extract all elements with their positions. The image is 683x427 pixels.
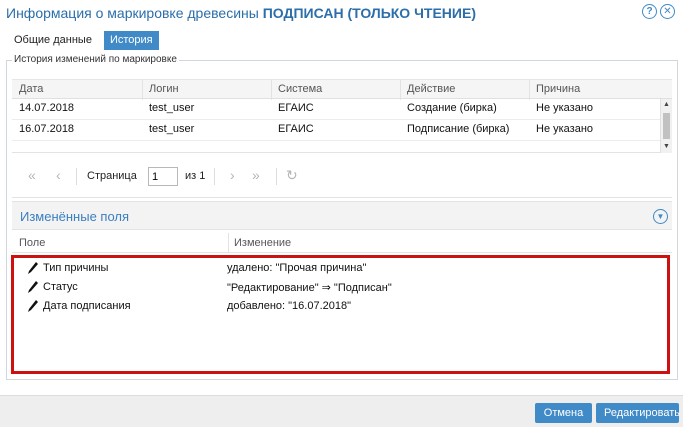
changed-fields-title: Изменённые поля xyxy=(20,209,130,224)
cell-system: ЕГАИС xyxy=(278,102,314,114)
cell-reason: Не указано xyxy=(536,102,594,114)
vertical-scrollbar[interactable]: ▲ ▼ xyxy=(660,99,672,153)
changed-fields-header: Поле Изменение xyxy=(12,233,672,253)
chevron-left-icon[interactable]: ‹ xyxy=(56,167,61,183)
history-legend: История изменений по маркировке xyxy=(12,54,179,65)
column-header-date[interactable]: Дата xyxy=(19,83,43,95)
column-header-reason[interactable]: Причина xyxy=(536,83,580,95)
double-chevron-left-icon[interactable]: « xyxy=(28,167,36,183)
page-count-label: из 1 xyxy=(185,170,206,182)
page-label: Страница xyxy=(87,170,137,182)
scroll-down-icon[interactable]: ▼ xyxy=(663,143,670,150)
tab-history[interactable]: История xyxy=(103,31,159,50)
cell-action: Создание (бирка) xyxy=(407,102,497,114)
dialog-footer: Отмена Редактировать xyxy=(0,395,683,427)
double-chevron-right-icon[interactable]: » xyxy=(252,167,260,183)
title-prefix: Информация о маркировке древесины xyxy=(6,5,259,21)
column-header-system[interactable]: Система xyxy=(278,83,322,95)
cell-login: test_user xyxy=(149,123,195,135)
cell-system: ЕГАИС xyxy=(278,123,314,135)
column-header-login[interactable]: Логин xyxy=(149,83,179,95)
cancel-button[interactable]: Отмена xyxy=(535,403,592,423)
tab-bar: Общие данные История xyxy=(8,31,159,51)
page-number-input[interactable] xyxy=(148,167,178,186)
title-status: ПОДПИСАН xyxy=(262,5,344,21)
chevron-right-icon[interactable]: › xyxy=(230,167,235,183)
tab-general[interactable]: Общие данные xyxy=(8,31,98,50)
scrollbar-thumb[interactable] xyxy=(663,113,670,139)
pagination-toolbar: « ‹ Страница из 1 › » ↻ xyxy=(12,153,672,198)
column-header-action[interactable]: Действие xyxy=(407,83,455,95)
history-grid-header: Дата Логин Система Действие Причина xyxy=(12,79,672,100)
scroll-up-icon[interactable]: ▲ xyxy=(663,101,670,108)
help-icon[interactable]: ? xyxy=(642,4,657,19)
refresh-icon[interactable]: ↻ xyxy=(286,167,298,184)
collapse-icon[interactable]: ▼ xyxy=(653,209,668,224)
cell-date: 14.07.2018 xyxy=(19,102,75,114)
cell-reason: Не указано xyxy=(536,123,594,135)
window-titlebar: Информация о маркировке древесины ПОДПИС… xyxy=(0,0,683,26)
window-title: Информация о маркировке древесины ПОДПИС… xyxy=(6,5,476,21)
column-header-change[interactable]: Изменение xyxy=(234,237,291,249)
table-row[interactable]: 16.07.2018 test_user ЕГАИС Подписание (б… xyxy=(12,120,660,141)
cell-action: Подписание (бирка) xyxy=(407,123,510,135)
table-row[interactable]: 14.07.2018 test_user ЕГАИС Создание (бир… xyxy=(12,99,660,120)
edit-button[interactable]: Редактировать xyxy=(596,403,680,423)
highlight-box xyxy=(11,255,670,374)
changed-fields-panel-header[interactable]: Изменённые поля ▼ xyxy=(12,201,672,230)
title-mode: (ТОЛЬКО ЧТЕНИЕ) xyxy=(347,5,476,21)
close-icon[interactable]: ✕ xyxy=(660,4,675,19)
history-grid-body: 14.07.2018 test_user ЕГАИС Создание (бир… xyxy=(12,99,672,153)
cell-login: test_user xyxy=(149,102,195,114)
cell-date: 16.07.2018 xyxy=(19,123,75,135)
column-header-field[interactable]: Поле xyxy=(19,237,45,249)
